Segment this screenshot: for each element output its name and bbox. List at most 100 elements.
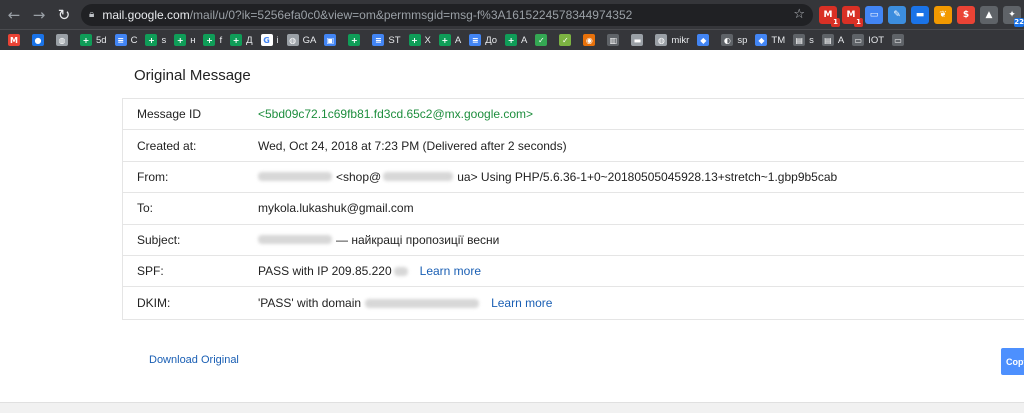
bookmark-label: i <box>276 34 279 46</box>
bookmark-item[interactable]: ✓ <box>559 34 575 46</box>
check-icon: ✓ <box>559 34 572 46</box>
bookmark-item[interactable]: + s <box>145 34 166 46</box>
row-label: To: <box>137 201 154 216</box>
extension-badge: 1 <box>831 17 840 27</box>
bookmark-item[interactable]: + <box>348 34 364 46</box>
bookmark-item[interactable]: ▭ <box>892 34 908 46</box>
folder-icon: ▤ <box>793 34 806 46</box>
extension-badge: 22 <box>1014 17 1024 27</box>
bookmark-label: До <box>485 34 498 46</box>
row-spf: SPF: PASS with IP 209.85.220 Learn more <box>123 256 1024 288</box>
sheets-icon: + <box>230 34 243 46</box>
extensions-row: M 1 M 1 ▭ ✎ ▬ ❦ $ ▲ ✦ 22 <box>819 5 1024 27</box>
row-label: Message ID <box>137 107 202 122</box>
bookmark-item[interactable]: ▣ <box>324 34 340 46</box>
car-icon: ▬ <box>631 34 644 46</box>
row-label: Subject: <box>137 232 181 247</box>
bin-icon: ▥ <box>607 34 620 46</box>
bookmark-label: ST <box>388 34 401 46</box>
row-message-id: Message ID <5bd09c72.1c69fb81.fd3cd.65c2… <box>123 99 1024 131</box>
bookmark-item[interactable]: ▥ <box>607 34 623 46</box>
bookmark-item[interactable]: ▬ <box>631 34 647 46</box>
bookmark-item[interactable]: + X <box>408 34 431 46</box>
diamond-icon: ◆ <box>755 34 768 46</box>
sheets-icon: + <box>80 34 92 46</box>
bookmark-item[interactable]: ▤ s <box>793 34 814 46</box>
bookmark-item[interactable]: ● <box>32 34 48 46</box>
address-bar[interactable]: 🔒︎ mail.google.com /mail/u/0?ik=5256efa0… <box>81 3 813 26</box>
chat-icon[interactable]: ▬ <box>911 5 929 24</box>
drive-icon[interactable]: ▲ <box>980 5 998 24</box>
bookmarks-bar: M ● ◍ +5d ≡ C + s + н + f + Д Gi ◍ GA ▣ + ≡ ST + X + A ≡ До + A ✓ ✓ ◉ ▥ ▬… <box>0 29 1024 50</box>
bookmark-item[interactable]: + A <box>438 34 461 46</box>
row-to: To: mykola.lukashuk@gmail.com <box>123 193 1024 225</box>
bookmark-label: X <box>424 34 431 46</box>
bookmark-item[interactable]: ◍ GA <box>286 34 316 46</box>
bookmark-item[interactable]: + f <box>203 34 222 46</box>
bookmark-item[interactable]: ≡ C <box>114 34 138 46</box>
forward-arrow-icon[interactable]: → <box>28 4 50 26</box>
bookmark-item[interactable]: + Д <box>230 34 253 46</box>
reload-icon[interactable]: ↻ <box>53 4 75 26</box>
bookmark-item[interactable]: ◆ TM <box>755 34 785 46</box>
mail-checker-icon[interactable]: M1 <box>842 5 863 27</box>
from-value: <shop@ ua> Using PHP/5.6.36-1+0~20180505… <box>258 170 837 184</box>
spf-text: PASS with IP 209.85.220 <box>258 264 392 279</box>
bookmark-item[interactable]: ▤ A <box>821 34 844 46</box>
bookmark-item[interactable]: ◍ mikr <box>655 34 689 46</box>
bookmark-item[interactable]: ◍ <box>56 34 72 46</box>
sheets-icon: + <box>408 34 421 46</box>
gmail-icon: M <box>8 34 20 46</box>
bookmark-item[interactable]: +5d <box>80 34 107 46</box>
dkim-learn-more-link[interactable]: Learn more <box>491 296 552 310</box>
note-icon[interactable]: ✎ <box>888 5 906 24</box>
from-part-2: ua> Using PHP/5.6.36-1+0~20180505045928.… <box>457 169 838 184</box>
pin-icon: ◆ <box>697 34 710 46</box>
bookmark-label: TM <box>771 34 786 46</box>
bookmark-item[interactable]: ✓ <box>535 34 551 46</box>
download-original-link[interactable]: Download Original <box>149 354 239 366</box>
puzzle-icon[interactable]: ✦ 22 <box>1003 5 1024 27</box>
subject-text: — найкращі пропозиції весни <box>336 232 500 247</box>
globe-icon: ◍ <box>56 34 68 46</box>
screen-icon[interactable]: ▭ <box>865 5 883 24</box>
copy-to-clipboard-button[interactable]: Copy <box>1001 348 1024 375</box>
docs-icon: ≡ <box>114 34 127 46</box>
google-icon: G <box>260 34 273 46</box>
bookmark-label: sp <box>737 34 748 46</box>
bookmark-item[interactable]: ◐ sp <box>721 34 747 46</box>
globe-icon: ◍ <box>286 34 299 46</box>
redacted-dkim-domain <box>365 298 480 308</box>
docs-icon: ≡ <box>469 34 482 46</box>
globe-icon: ◍ <box>655 34 668 46</box>
docs-icon: ≡ <box>372 34 385 46</box>
bookmark-label: A <box>521 34 528 46</box>
extension-badge: 1 <box>854 17 863 27</box>
bookmark-item[interactable]: ◆ <box>697 34 713 46</box>
gmail-icon[interactable]: M1 <box>819 5 840 27</box>
bookmark-item[interactable]: ≡ ST <box>372 34 401 46</box>
spf-learn-more-link[interactable]: Learn more <box>420 264 481 278</box>
page-title: Original Message <box>134 67 251 84</box>
bookmark-item[interactable]: Gi <box>260 34 279 46</box>
sheets-icon: + <box>505 34 518 46</box>
row-label: From: <box>137 169 169 184</box>
redacted-ip <box>393 266 408 276</box>
sheets-icon: + <box>438 34 451 46</box>
dollar-icon[interactable]: $ <box>957 5 975 24</box>
leaf-icon[interactable]: ❦ <box>934 5 952 24</box>
bookmark-label: C <box>130 34 138 46</box>
check-icon: ✓ <box>535 34 548 46</box>
bookmark-label: s <box>161 34 167 46</box>
bookmark-item[interactable]: + A <box>505 34 527 46</box>
back-arrow-icon[interactable]: ← <box>3 4 25 26</box>
bookmark-item[interactable]: ▭ IOT <box>852 34 884 46</box>
bookmark-item[interactable]: M <box>8 34 24 46</box>
sp-icon: ◐ <box>721 34 734 46</box>
bookmark-item[interactable]: ≡ До <box>469 34 497 46</box>
sheets-icon: + <box>145 34 158 46</box>
subject-value: — найкращі пропозиції весни <box>258 233 499 247</box>
bookmark-star-icon[interactable]: ☆ <box>793 7 805 22</box>
bookmark-item[interactable]: + н <box>174 34 195 46</box>
bookmark-item[interactable]: ◉ <box>583 34 599 46</box>
